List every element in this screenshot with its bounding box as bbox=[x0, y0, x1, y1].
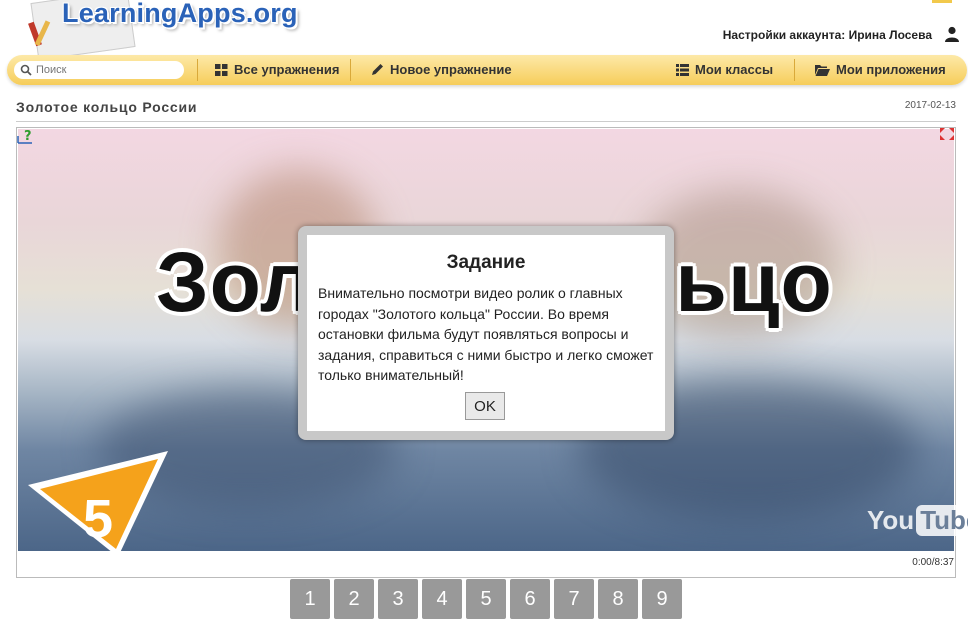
pencil-ruler-icon bbox=[28, 20, 51, 47]
grid-icon bbox=[215, 63, 228, 76]
ok-button[interactable]: OK bbox=[465, 392, 505, 420]
folder-open-icon bbox=[815, 64, 830, 76]
search-icon bbox=[20, 64, 32, 76]
page-button-5[interactable]: 5 bbox=[466, 579, 506, 619]
page-button-9[interactable]: 9 bbox=[642, 579, 682, 619]
task-dialog: Задание Внимательно посмотри видео ролик… bbox=[298, 226, 674, 440]
page-button-4[interactable]: 4 bbox=[422, 579, 462, 619]
nav-all-exercises-label: Все упражнения bbox=[234, 62, 340, 77]
nav-divider bbox=[794, 59, 795, 81]
account-settings-link[interactable]: Настройки аккаунта: Ирина Лосева bbox=[723, 28, 932, 42]
nav-my-apps[interactable]: Мои приложения bbox=[815, 62, 946, 77]
nav-my-classes[interactable]: Мои классы bbox=[676, 62, 773, 77]
nav-new-exercise-label: Новое упражнение bbox=[390, 62, 512, 77]
nav-divider bbox=[350, 59, 351, 81]
site-title[interactable]: LearningApps.org bbox=[62, 0, 298, 29]
page-title: Золотое кольцо России bbox=[16, 99, 198, 115]
youtube-logo-tube: Tube bbox=[916, 505, 968, 536]
nav-my-apps-label: Мои приложения bbox=[836, 62, 946, 77]
task-dialog-text: Внимательно посмотри видео ролик о главн… bbox=[318, 285, 654, 383]
nav-all-exercises[interactable]: Все упражнения bbox=[215, 62, 339, 77]
list-icon bbox=[676, 63, 689, 76]
youtube-logo[interactable]: YouTube bbox=[867, 505, 968, 536]
task-dialog-body: Задание Внимательно посмотри видео ролик… bbox=[307, 235, 665, 431]
user-icon[interactable] bbox=[944, 26, 960, 42]
nav-my-classes-label: Мои классы bbox=[695, 62, 774, 77]
svg-text:?: ? bbox=[24, 129, 32, 144]
task-dialog-title: Задание bbox=[446, 252, 526, 273]
page-button-2[interactable]: 2 bbox=[334, 579, 374, 619]
number-badge: 5 bbox=[28, 451, 168, 557]
page-button-3[interactable]: 3 bbox=[378, 579, 418, 619]
main-navbar: Все упражнения Новое упражнение Мои клас… bbox=[7, 55, 967, 85]
video-time: 0:00/8:37 bbox=[912, 557, 954, 568]
page-date: 2017-02-13 bbox=[904, 100, 956, 111]
nav-divider bbox=[197, 59, 198, 81]
page-button-6[interactable]: 6 bbox=[510, 579, 550, 619]
pencil-icon bbox=[372, 64, 383, 75]
page-button-8[interactable]: 8 bbox=[598, 579, 638, 619]
search-input[interactable] bbox=[36, 61, 176, 79]
page-button-1[interactable]: 1 bbox=[290, 579, 330, 619]
fullscreen-icon[interactable] bbox=[940, 128, 954, 140]
badge-number: 5 bbox=[83, 489, 113, 549]
youtube-logo-you: You bbox=[867, 505, 915, 535]
search-box bbox=[14, 61, 184, 79]
title-divider bbox=[16, 121, 956, 122]
help-icon[interactable]: ? bbox=[17, 128, 33, 144]
corner-tab bbox=[932, 0, 952, 3]
page-button-7[interactable]: 7 bbox=[554, 579, 594, 619]
nav-new-exercise[interactable]: Новое упражнение bbox=[371, 62, 512, 77]
pager: 1 2 3 4 5 6 7 8 9 bbox=[290, 579, 682, 619]
